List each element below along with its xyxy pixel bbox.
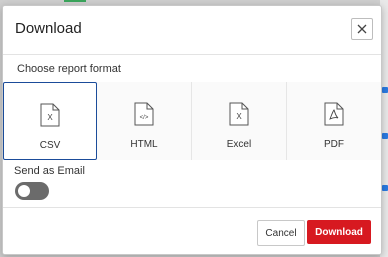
download-button[interactable]: Download [307,220,371,244]
background-link-marker [382,185,388,191]
send-email-toggle[interactable] [15,182,49,200]
close-icon [357,24,367,34]
close-button[interactable] [351,18,373,40]
excel-file-icon: X [229,102,249,126]
pdf-file-icon [324,102,344,126]
format-option-excel[interactable]: X Excel [192,82,287,160]
format-label-excel: Excel [226,139,252,150]
format-label-csv: CSV [39,140,61,151]
csv-file-glyph: X [47,113,53,122]
dialog-header: Download [3,6,381,55]
dialog-title: Download [15,20,82,37]
format-label-html: HTML [130,139,158,150]
dialog-footer: Cancel Download [3,207,381,254]
background-link-marker [382,133,388,139]
excel-file-glyph: X [236,112,242,121]
format-option-pdf[interactable]: PDF [287,82,381,160]
format-options: X CSV </> HTML X Excel PDF [3,82,381,162]
cancel-button[interactable]: Cancel [257,220,305,246]
html-file-icon: </> [134,102,154,126]
background-accent-line [64,0,86,2]
format-option-csv[interactable]: X CSV [3,82,97,160]
download-dialog: Download Choose report format X CSV </> [2,5,382,255]
format-label-pdf: PDF [324,139,344,150]
html-file-glyph: </> [140,115,149,121]
csv-file-icon: X [40,103,60,127]
format-option-html[interactable]: </> HTML [97,82,192,160]
toggle-knob [18,185,30,197]
format-section-label: Choose report format [17,63,121,75]
background-link-marker [382,87,388,93]
send-email-label: Send as Email [14,165,85,177]
